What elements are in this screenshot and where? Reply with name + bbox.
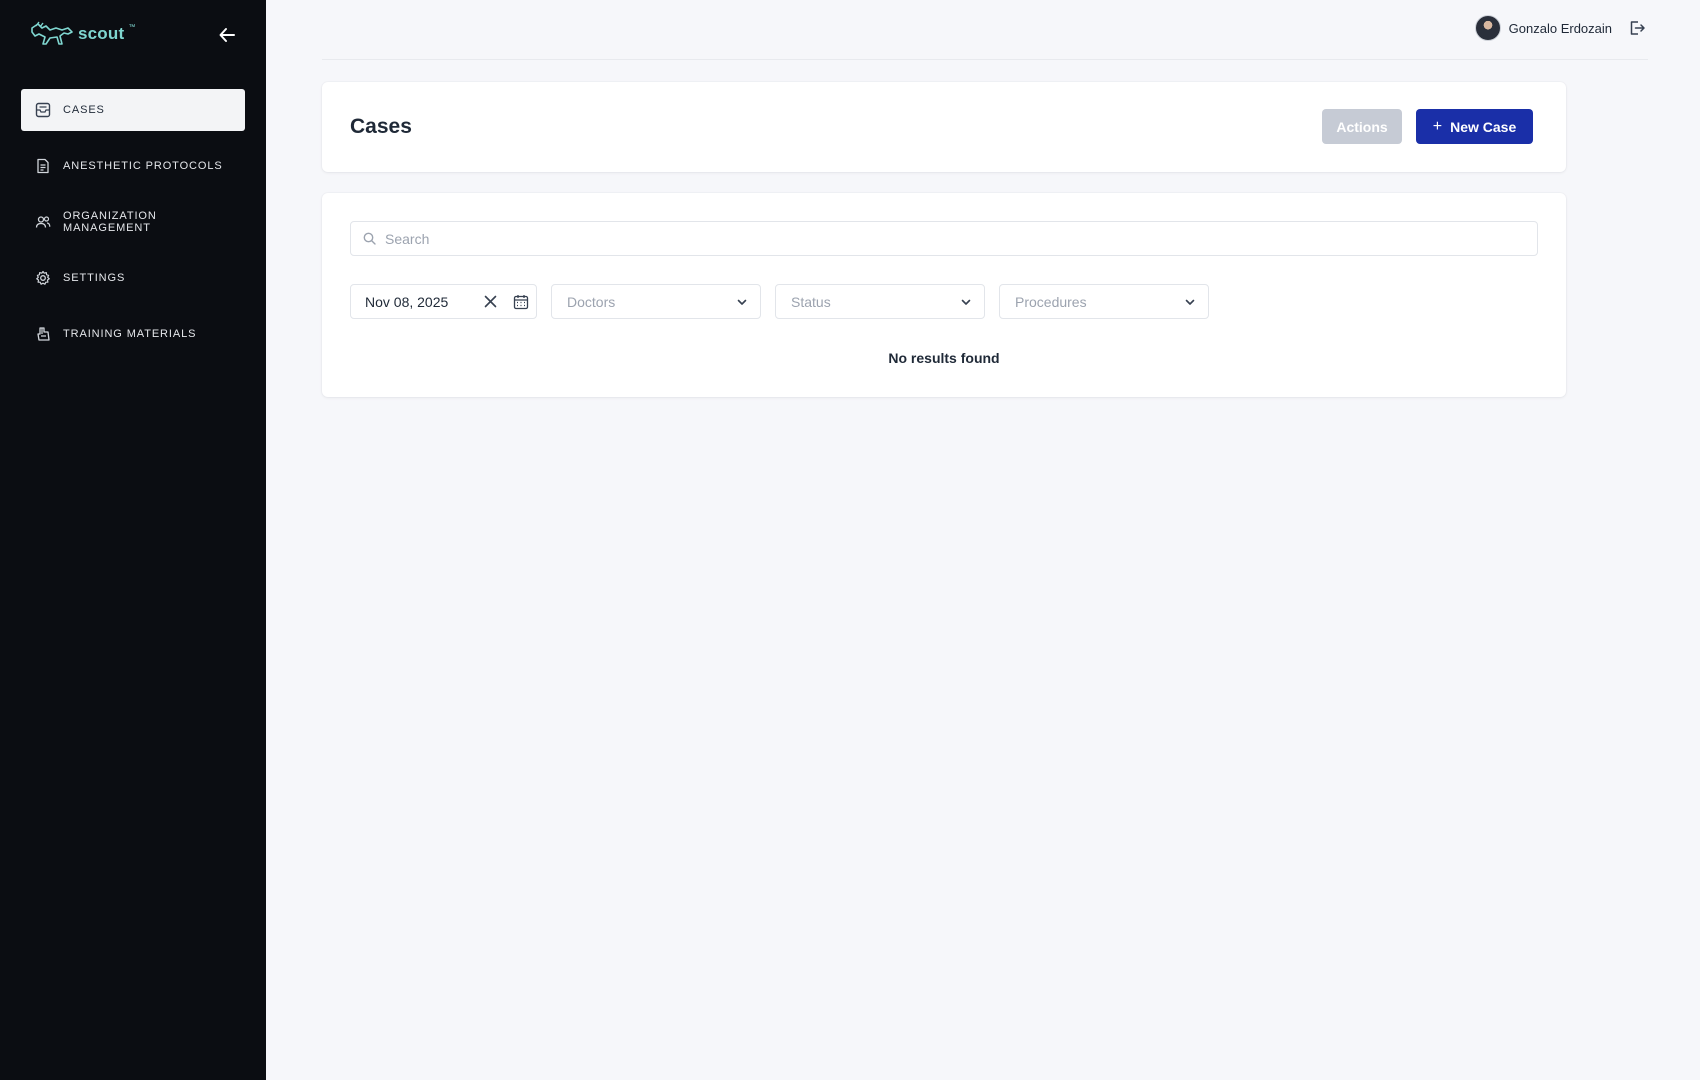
sidebar-item-label: ANESTHETIC PROTOCOLS [63,160,223,172]
sidebar-item-label: ORGANIZATION MANAGEMENT [63,210,157,234]
main-content: Gonzalo Erdozain Cases Actions + New Cas… [266,0,1700,1080]
doctors-placeholder: Doctors [567,293,616,310]
no-results-message: No results found [888,350,1000,366]
topbar: Gonzalo Erdozain [322,0,1648,60]
status-placeholder: Status [791,293,831,310]
sidebar-item-label: CASES [63,104,105,116]
clear-date-button[interactable] [479,291,501,313]
users-icon [35,214,51,230]
cases-filter-card: Nov 08, 2025 Doctors [322,193,1566,397]
user-name: Gonzalo Erdozain [1508,20,1612,36]
chevron-down-icon [1185,299,1195,305]
logo[interactable]: scout ™ [30,20,135,48]
search-input[interactable] [385,230,1525,247]
sidebar: scout ™ CASES ANESTHETIC PROTOCOLS ORGAN… [0,0,266,1080]
app-root: scout ™ CASES ANESTHETIC PROTOCOLS ORGAN… [0,0,1700,1080]
collapse-sidebar-button[interactable] [214,22,240,48]
user-menu: Gonzalo Erdozain [1474,15,1648,41]
plus-icon: + [1432,117,1443,135]
actions-button[interactable]: Actions [1322,109,1402,144]
new-case-label: New Case [1450,118,1517,135]
logo-trademark: ™ [128,23,136,31]
logout-icon [1630,21,1645,35]
date-filter[interactable]: Nov 08, 2025 [350,284,537,319]
doctors-select[interactable]: Doctors [551,284,761,319]
sidebar-item-cases[interactable]: CASES [21,89,245,131]
status-select[interactable]: Status [775,284,985,319]
procedures-select[interactable]: Procedures [999,284,1209,319]
date-value: Nov 08, 2025 [365,293,449,310]
sidebar-item-training-materials[interactable]: TRAINING MATERIALS [21,313,245,355]
chevron-down-icon [737,299,747,305]
search-box [350,221,1538,256]
sidebar-item-anesthetic-protocols[interactable]: ANESTHETIC PROTOCOLS [21,145,245,187]
gear-icon [35,270,51,286]
inbox-icon [35,102,51,118]
close-icon [484,295,496,308]
logout-button[interactable] [1626,17,1648,39]
arrow-left-icon [219,28,235,42]
document-icon [35,158,51,174]
sidebar-item-organization-management[interactable]: ORGANIZATION MANAGEMENT [21,201,245,243]
cases-header-card: Cases Actions + New Case [322,82,1566,224]
sidebar-item-label: TRAINING MATERIALS [63,328,197,340]
scout-dog-logo-icon [31,21,73,45]
logo-text: scout [78,24,125,43]
search-icon [363,232,376,245]
sidebar-item-label: SETTINGS [63,272,126,284]
page-title: Cases [350,115,412,138]
calendar-button[interactable] [510,291,532,313]
chevron-down-icon [961,299,971,305]
procedures-placeholder: Procedures [1015,293,1087,310]
avatar[interactable] [1474,15,1501,41]
sidebar-nav: CASES ANESTHETIC PROTOCOLS ORGANIZATION … [21,89,245,369]
new-case-button[interactable]: + New Case [1416,109,1533,144]
calendar-icon [513,294,529,309]
sidebar-item-settings[interactable]: SETTINGS [21,257,245,299]
training-icon [35,326,51,342]
